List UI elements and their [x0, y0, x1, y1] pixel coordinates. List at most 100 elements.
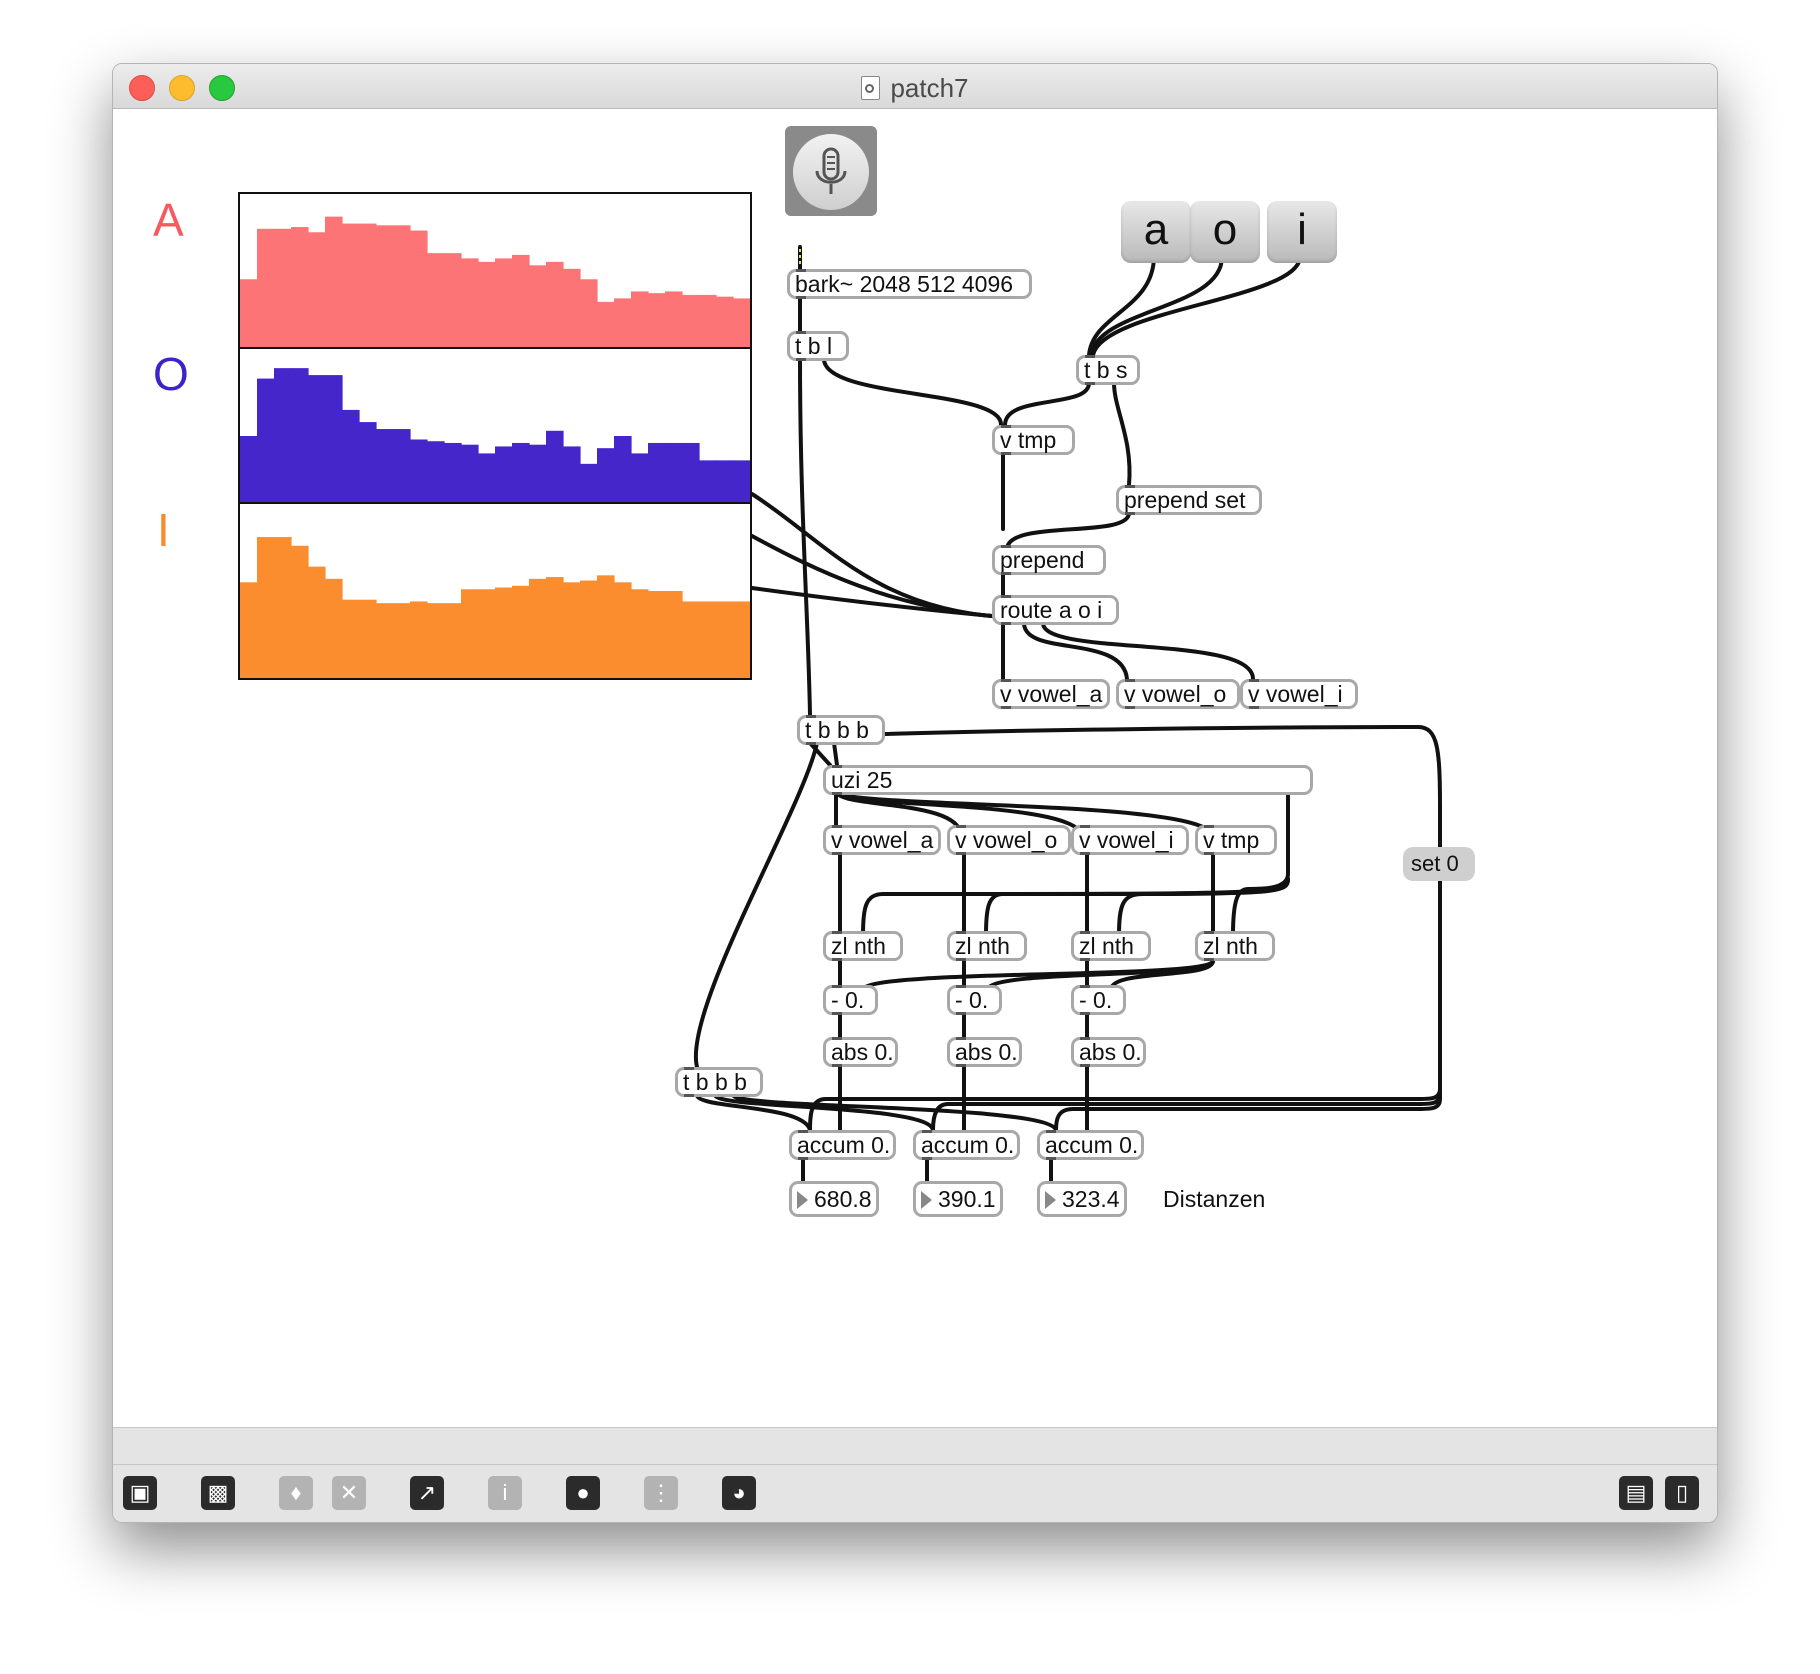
vowel-button-a[interactable]: a	[1121, 201, 1191, 263]
distance-number-o[interactable]: 390.1	[913, 1181, 1003, 1217]
slider-bar	[495, 587, 513, 678]
slider-bar	[512, 585, 530, 678]
slider-glyph: ●	[576, 1480, 590, 1505]
vowel-label-a: A	[153, 194, 184, 246]
trigger-tbbb-object-2[interactable]: t b b b	[675, 1067, 763, 1097]
zl-nth-object-1[interactable]: zl nth	[823, 931, 903, 961]
slider-bar	[410, 601, 428, 678]
accum-object-3[interactable]: accum 0.	[1037, 1130, 1144, 1160]
patch-window: patch7 A O I a o i bark~ 2048 512 4096 t…	[112, 63, 1718, 1523]
prepend-set-object[interactable]: prepend set	[1116, 485, 1262, 515]
slider-bar	[308, 566, 326, 678]
multislider-i[interactable]	[238, 502, 752, 680]
value-vowel-o-object-2[interactable]: v vowel_o	[947, 825, 1071, 855]
patcher-canvas[interactable]: A O I a o i bark~ 2048 512 4096 t b l t …	[113, 109, 1717, 1427]
slider-bar	[716, 601, 734, 678]
slider-bar	[563, 582, 581, 678]
zl-nth-object-2[interactable]: zl nth	[947, 931, 1027, 961]
slider-bar	[529, 578, 547, 678]
vowel-label-i: I	[157, 504, 170, 556]
slider-bar	[699, 601, 717, 678]
trigger-tbs-object[interactable]: t b s	[1076, 355, 1140, 385]
slider-bar	[274, 537, 292, 678]
value-vowel-a-object[interactable]: v vowel_a	[992, 679, 1110, 709]
right-panel-icon[interactable]: ▯	[1665, 1476, 1699, 1510]
lock-icon[interactable]: ▣	[123, 1476, 157, 1510]
multislider-a[interactable]	[238, 192, 752, 370]
vowel-label-o: O	[153, 348, 189, 400]
abs-object-3[interactable]: abs 0.	[1071, 1037, 1146, 1067]
prepend-object[interactable]: prepend	[992, 545, 1106, 575]
document-icon	[861, 76, 881, 100]
minus-object-2[interactable]: - 0.	[947, 985, 1002, 1015]
zl-nth-object-4[interactable]: zl nth	[1195, 931, 1275, 961]
number-arrow-icon	[797, 1191, 808, 1209]
accum-object-1[interactable]: accum 0.	[789, 1130, 896, 1160]
slider-bar	[648, 591, 666, 678]
bark-object[interactable]: bark~ 2048 512 4096	[787, 269, 1032, 299]
dial-glyph: ◕	[732, 1480, 746, 1505]
plot-icon[interactable]: ↗	[410, 1476, 444, 1510]
distance-number-i[interactable]: 323.4	[1037, 1181, 1127, 1217]
multislider-o[interactable]	[238, 347, 752, 525]
left-panel-icon[interactable]: ▤	[1619, 1476, 1653, 1510]
minus-object-3[interactable]: - 0.	[1071, 985, 1126, 1015]
trash-glyph: ♦	[290, 1480, 302, 1505]
minus-object-1[interactable]: - 0.	[823, 985, 878, 1015]
right-panel-glyph: ▯	[1675, 1480, 1689, 1505]
left-panel-glyph: ▤	[1625, 1480, 1647, 1505]
accum-object-2[interactable]: accum 0.	[913, 1130, 1020, 1160]
slider-bar	[631, 589, 649, 678]
distance-value-a: 680.8	[814, 1186, 872, 1212]
value-vowel-i-object[interactable]: v vowel_i	[1240, 679, 1358, 709]
dial-icon[interactable]: ◕	[722, 1476, 756, 1510]
slider-bar	[478, 589, 496, 678]
vowel-button-o[interactable]: o	[1190, 201, 1260, 263]
value-tmp-object-2[interactable]: v tmp	[1195, 825, 1277, 855]
toolbar-divider	[113, 1464, 1717, 1465]
slider-icon[interactable]: ●	[566, 1476, 600, 1510]
route-object[interactable]: route a o i	[992, 595, 1119, 625]
slider-bar	[682, 601, 700, 678]
abs-object-1[interactable]: abs 0.	[823, 1037, 898, 1067]
uzi-object[interactable]: uzi 25	[823, 765, 1313, 795]
slider-bar	[546, 577, 564, 678]
slider-bar	[240, 582, 258, 678]
window-title-text: patch7	[890, 73, 969, 103]
value-vowel-i-object-2[interactable]: v vowel_i	[1071, 825, 1189, 855]
trigger-tbbb-object-1[interactable]: t b b b	[797, 715, 885, 745]
lock-glyph: ▣	[129, 1480, 151, 1505]
abs-object-2[interactable]: abs 0.	[947, 1037, 1022, 1067]
slider-bar	[291, 368, 309, 523]
slider-bar	[427, 603, 445, 678]
slider-bar	[308, 375, 326, 523]
trash-icon[interactable]: ♦	[279, 1476, 313, 1510]
vowel-button-i[interactable]: i	[1267, 201, 1337, 263]
zl-nth-object-3[interactable]: zl nth	[1071, 931, 1151, 961]
info-icon[interactable]: i	[488, 1476, 522, 1510]
grid-icon[interactable]: ⋮	[644, 1476, 678, 1510]
bars-a	[240, 216, 750, 368]
number-arrow-icon	[921, 1191, 932, 1209]
slider-bar	[597, 575, 615, 678]
presentation-icon[interactable]: ▩	[201, 1476, 235, 1510]
slider-bar	[614, 582, 632, 678]
set-zero-message[interactable]: set 0	[1403, 847, 1475, 881]
clear-glyph: ✕	[339, 1480, 359, 1505]
bottom-toolbar: ▣ ▩ ♦ ✕ ↗ i ● ⋮ ◕ ▤ ▯	[113, 1427, 1717, 1522]
slider-bar	[291, 545, 309, 678]
value-tmp-object[interactable]: v tmp	[992, 425, 1075, 455]
presentation-glyph: ▩	[207, 1480, 229, 1505]
trigger-tbl-object[interactable]: t b l	[787, 331, 849, 361]
slider-bar	[665, 591, 683, 678]
title-bar: patch7	[113, 64, 1717, 109]
window-title: patch7	[113, 73, 1717, 104]
value-vowel-o-object[interactable]: v vowel_o	[1116, 679, 1240, 709]
distance-number-a[interactable]: 680.8	[789, 1181, 879, 1217]
clear-icon[interactable]: ✕	[332, 1476, 366, 1510]
slider-bar	[325, 578, 343, 678]
plot-glyph: ↗	[417, 1480, 437, 1505]
value-vowel-a-object-2[interactable]: v vowel_a	[823, 825, 941, 855]
slider-bar	[257, 537, 275, 678]
adc-microphone-button[interactable]	[785, 126, 877, 216]
